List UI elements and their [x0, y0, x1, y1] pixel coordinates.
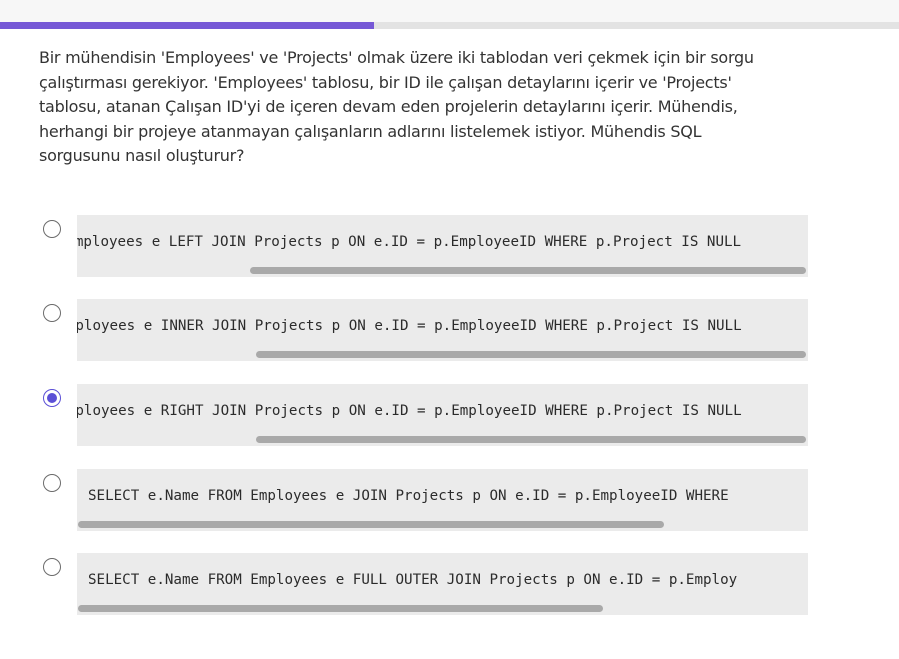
option-5-scrollbar[interactable] [78, 605, 603, 612]
option-4-code: SELECT e.Name FROM Employees e JOIN Proj… [88, 488, 729, 504]
option-5-code: SELECT e.Name FROM Employees e FULL OUTE… [88, 572, 738, 588]
answer-option-1[interactable]: SELECT e.Name FROM Employees e LEFT JOIN… [0, 215, 899, 279]
option-4-radio[interactable] [43, 474, 61, 492]
top-strip [0, 0, 899, 22]
option-4-code-box[interactable]: SELECT e.Name FROM Employees e JOIN Proj… [77, 469, 808, 531]
progress-bar [0, 22, 899, 29]
option-2-radio[interactable] [43, 304, 61, 322]
answer-option-4[interactable]: SELECT e.Name FROM Employees e JOIN Proj… [0, 469, 899, 533]
option-3-radio[interactable] [43, 389, 61, 407]
option-1-code: SELECT e.Name FROM Employees e LEFT JOIN… [77, 234, 742, 250]
option-2-scrollbar[interactable] [256, 351, 806, 358]
option-3-code: SELECT e.Name FROM Employees e RIGHT JOI… [77, 403, 742, 419]
question-text: Bir mühendisin 'Employees' ve 'Projects'… [39, 48, 754, 165]
option-2-code-box[interactable]: SELECT e.Name FROM Employees e INNER JOI… [77, 299, 808, 361]
answer-option-2[interactable]: SELECT e.Name FROM Employees e INNER JOI… [0, 299, 899, 363]
option-1-scrollbar[interactable] [250, 267, 806, 274]
option-3-scrollbar[interactable] [256, 436, 806, 443]
answer-option-3[interactable]: SELECT e.Name FROM Employees e RIGHT JOI… [0, 384, 899, 448]
option-5-radio[interactable] [43, 558, 61, 576]
option-2-code: SELECT e.Name FROM Employees e INNER JOI… [77, 318, 742, 334]
option-5-code-box[interactable]: SELECT e.Name FROM Employees e FULL OUTE… [77, 553, 808, 615]
option-3-code-box[interactable]: SELECT e.Name FROM Employees e RIGHT JOI… [77, 384, 808, 446]
option-1-radio[interactable] [43, 220, 61, 238]
answer-option-5[interactable]: SELECT e.Name FROM Employees e FULL OUTE… [0, 553, 899, 617]
option-4-scrollbar[interactable] [78, 521, 664, 528]
progress-bar-fill [0, 22, 374, 29]
option-1-code-box[interactable]: SELECT e.Name FROM Employees e LEFT JOIN… [77, 215, 808, 277]
